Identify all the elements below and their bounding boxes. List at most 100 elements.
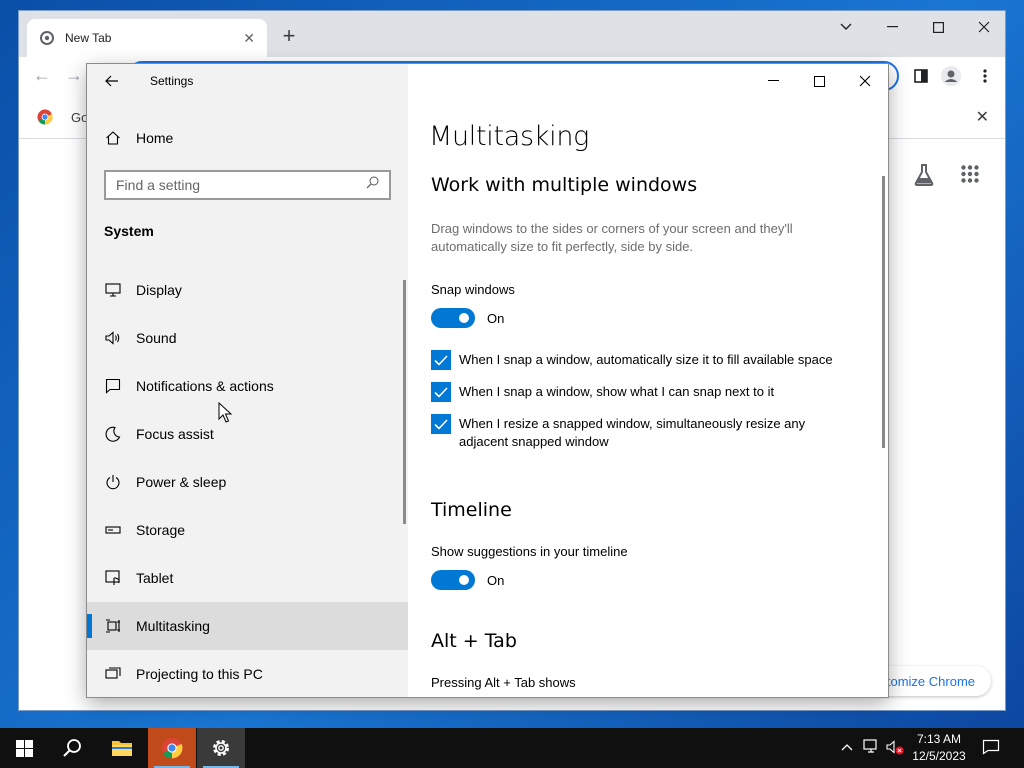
- search-icon[interactable]: [366, 176, 379, 194]
- section-heading-system: System: [104, 223, 154, 239]
- snap-toggle-state: On: [487, 311, 505, 326]
- sidebar-item-home[interactable]: Home: [87, 120, 408, 156]
- network-icon[interactable]: [862, 738, 880, 756]
- home-icon: [104, 129, 122, 147]
- speaker-icon: [104, 329, 122, 347]
- window-title: Settings: [150, 74, 194, 88]
- snap-fill-checkbox[interactable]: [431, 350, 451, 370]
- maximize-icon[interactable]: [915, 11, 961, 43]
- sidebar-item-label: Sound: [136, 330, 177, 346]
- projector-icon: [104, 665, 122, 683]
- chrome-taskbar-button[interactable]: [148, 728, 196, 768]
- sidebar-item-label: Display: [136, 282, 182, 298]
- sidebar-item-label: Storage: [136, 522, 186, 538]
- chevron-down-icon[interactable]: [823, 11, 869, 43]
- chrome-logo-icon: [161, 737, 183, 759]
- sidebar-item-power-sleep[interactable]: Power & sleep: [87, 458, 408, 506]
- timeline-toggle[interactable]: [431, 570, 475, 590]
- sidebar-item-label: Focus assist: [136, 426, 214, 442]
- checkbox-label: When I snap a window, show what I can sn…: [459, 384, 775, 399]
- back-arrow-icon[interactable]: ←: [33, 65, 51, 86]
- checkbox-label: When I resize a snapped window, simultan…: [459, 416, 806, 449]
- multitasking-icon: [104, 617, 122, 635]
- bookmark-label: Go: [71, 109, 89, 125]
- chrome-tab-new-tab[interactable]: New Tab ✕: [27, 19, 267, 57]
- settings-titlebar: Settings: [87, 64, 888, 98]
- chrome-tab-title: New Tab: [65, 31, 112, 45]
- clock-time: 7:13 AM: [916, 732, 962, 746]
- maximize-icon[interactable]: [796, 64, 842, 98]
- mouse-cursor-icon: [218, 402, 232, 423]
- chrome-titlebar: New Tab ✕ +: [19, 11, 1005, 57]
- find-setting-search[interactable]: [104, 170, 391, 200]
- settings-window: Home System Display Sound: [87, 64, 888, 697]
- sidebar-item-notifications[interactable]: Notifications & actions: [87, 362, 408, 410]
- settings-sidebar: Home System Display Sound: [87, 64, 408, 697]
- minimize-icon[interactable]: [869, 11, 915, 43]
- sidebar-item-focus-assist[interactable]: Focus assist: [87, 410, 408, 458]
- close-tab-icon[interactable]: ✕: [243, 30, 255, 47]
- chrome-logo-icon: [37, 109, 53, 125]
- resize-snapped-checkbox[interactable]: [431, 414, 451, 434]
- action-center-icon[interactable]: [982, 738, 1000, 756]
- folder-icon: [112, 741, 132, 756]
- section-heading-alt-tab: Alt + Tab: [431, 630, 517, 652]
- home-label: Home: [136, 130, 174, 146]
- section-heading-timeline: Timeline: [431, 499, 512, 521]
- settings-taskbar-button[interactable]: [197, 728, 245, 768]
- taskbar-clock[interactable]: 7:13 AM 12/5/2023: [906, 731, 972, 765]
- sidebar-item-projecting[interactable]: Projecting to this PC: [87, 650, 408, 697]
- windows-logo-icon: [15, 739, 33, 757]
- search-icon: [63, 739, 81, 757]
- sidebar-item-multitasking[interactable]: Multitasking: [87, 602, 408, 650]
- storage-icon: [104, 521, 122, 539]
- side-panel-icon[interactable]: [911, 66, 931, 86]
- more-menu-icon[interactable]: [975, 66, 995, 86]
- checkbox-label: When I snap a window, automatically size…: [459, 352, 833, 367]
- sidebar-item-label: Projecting to this PC: [136, 666, 263, 682]
- start-button[interactable]: [0, 728, 48, 768]
- minimize-icon[interactable]: [750, 64, 796, 98]
- timeline-toggle-state: On: [487, 573, 505, 588]
- search-button[interactable]: [48, 728, 96, 768]
- sidebar-item-label: Notifications & actions: [136, 378, 274, 394]
- sidebar-item-label: Multitasking: [136, 618, 210, 634]
- sidebar-item-storage[interactable]: Storage: [87, 506, 408, 554]
- chevron-up-icon[interactable]: [838, 738, 856, 756]
- sidebar-nav-list: Display Sound Notifications & actions Fo…: [87, 266, 408, 697]
- snap-windows-toggle[interactable]: [431, 308, 475, 328]
- chrome-favicon-icon: [39, 30, 55, 46]
- snap-windows-label: Snap windows: [431, 282, 515, 297]
- new-tab-button[interactable]: +: [277, 25, 301, 49]
- sidebar-item-tablet[interactable]: Tablet: [87, 554, 408, 602]
- close-icon[interactable]: [961, 11, 1007, 43]
- content-scrollbar[interactable]: [882, 176, 885, 448]
- power-icon: [104, 473, 122, 491]
- labs-flask-icon[interactable]: [913, 163, 937, 187]
- forward-arrow-icon[interactable]: →: [65, 65, 83, 86]
- snap-assist-checkbox[interactable]: [431, 382, 451, 402]
- volume-muted-icon[interactable]: [886, 738, 904, 756]
- timeline-suggestions-label: Show suggestions in your timeline: [431, 544, 628, 559]
- sidebar-item-sound[interactable]: Sound: [87, 314, 408, 362]
- back-arrow-icon[interactable]: [101, 70, 123, 92]
- notification-icon: [104, 377, 122, 395]
- close-icon[interactable]: [842, 64, 888, 98]
- close-icon[interactable]: ✕: [976, 107, 989, 127]
- gear-icon: [213, 740, 229, 756]
- alt-tab-label: Pressing Alt + Tab shows: [431, 675, 576, 690]
- sidebar-item-label: Power & sleep: [136, 474, 227, 490]
- section-description: Drag windows to the sides or corners of …: [431, 221, 793, 254]
- sidebar-item-display[interactable]: Display: [87, 266, 408, 314]
- section-heading-windows: Work with multiple windows: [431, 174, 698, 196]
- tablet-icon: [104, 569, 122, 587]
- apps-grid-icon[interactable]: [961, 165, 981, 185]
- bookmark-google[interactable]: Go: [37, 109, 88, 125]
- profile-icon[interactable]: [941, 66, 961, 86]
- search-input[interactable]: [116, 177, 366, 193]
- sidebar-scrollbar[interactable]: [403, 280, 406, 524]
- file-explorer-button[interactable]: [98, 728, 146, 768]
- settings-content-pane: Multitasking Work with multiple windows …: [408, 98, 888, 697]
- moon-icon: [104, 425, 122, 443]
- sidebar-item-label: Tablet: [136, 570, 174, 586]
